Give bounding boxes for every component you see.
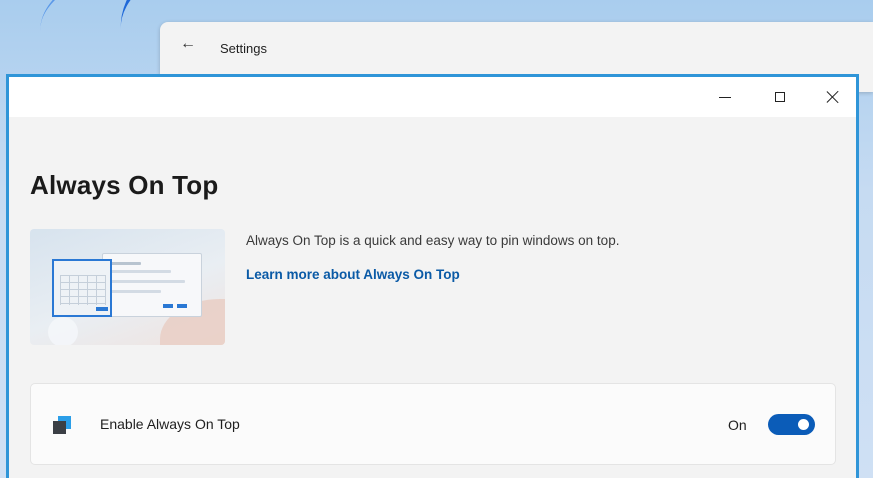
hero-settings-illustration xyxy=(102,253,202,317)
hero-pinned-window-illustration xyxy=(52,259,112,317)
learn-more-link[interactable]: Learn more about Always On Top xyxy=(246,267,460,282)
close-button[interactable] xyxy=(810,77,856,117)
minimize-icon xyxy=(719,96,731,98)
toggle-state-label: On xyxy=(728,417,747,433)
close-icon xyxy=(826,90,840,104)
enable-always-on-top-toggle[interactable] xyxy=(768,414,815,435)
page-description: Always On Top is a quick and easy way to… xyxy=(246,233,620,248)
maximize-button[interactable] xyxy=(757,77,803,117)
hero-image xyxy=(30,229,225,345)
enable-always-on-top-card: Enable Always On Top On xyxy=(30,383,836,465)
titlebar[interactable] xyxy=(9,77,856,117)
minimize-button[interactable] xyxy=(702,77,748,117)
arrow-left-icon[interactable]: ← xyxy=(180,36,196,52)
maximize-icon xyxy=(775,92,785,102)
page-title: Always On Top xyxy=(30,170,219,200)
settings-window-title: Settings xyxy=(220,41,267,56)
setting-label: Enable Always On Top xyxy=(100,416,240,432)
hero-decoration xyxy=(48,317,78,345)
always-on-top-icon xyxy=(53,416,71,434)
toggle-knob xyxy=(798,419,809,430)
always-on-top-window: Always On Top Always On Top is a quick a… xyxy=(6,74,859,478)
